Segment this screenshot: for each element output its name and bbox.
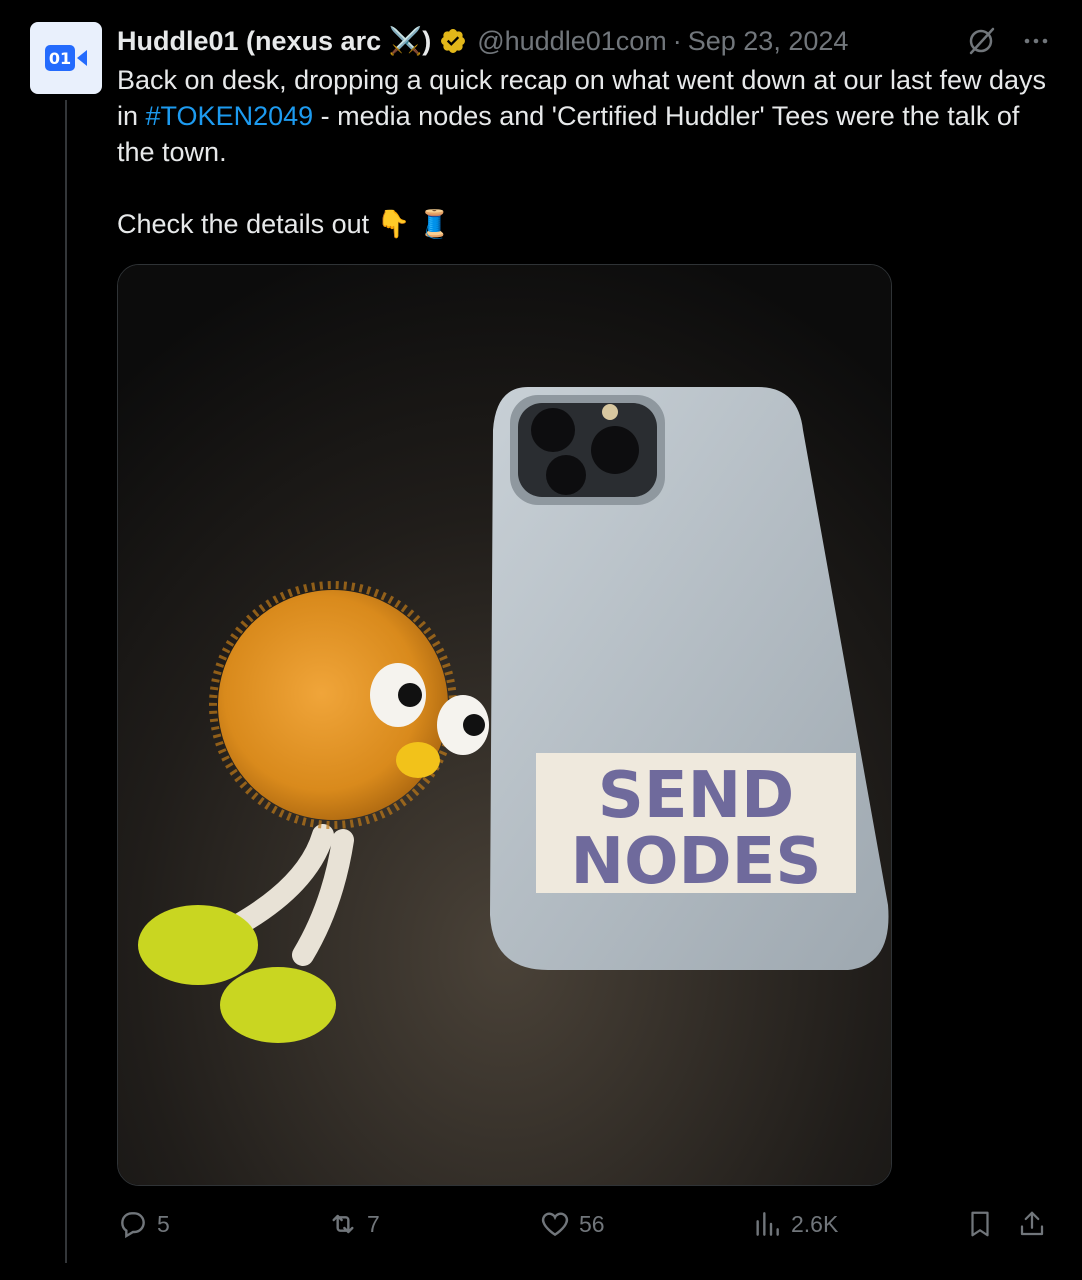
tweet-image[interactable]: SEND NODES [117, 264, 892, 1186]
avatar-logo: 01 [45, 45, 75, 71]
reply-icon [121, 1212, 145, 1239]
repost-count: 7 [367, 1210, 380, 1237]
verified-badge-icon[interactable] [439, 27, 467, 55]
post-date[interactable]: Sep 23, 2024 [688, 26, 849, 57]
hashtag-link[interactable]: #TOKEN2049 [146, 101, 314, 131]
like-icon [541, 1212, 569, 1237]
top-actions [966, 26, 1050, 56]
bookmark-button[interactable] [965, 1204, 1003, 1244]
views-button[interactable]: 2.6K [751, 1204, 838, 1244]
share-icon [1020, 1211, 1044, 1236]
tweet-paragraph-1: Back on desk, dropping a quick recap on … [117, 62, 1047, 170]
action-bar: 5 7 56 2.6K [117, 1204, 1052, 1244]
bookmark-icon [971, 1211, 989, 1237]
avatar[interactable]: 01 [30, 22, 102, 94]
more-icon[interactable] [1022, 27, 1050, 55]
separator-dot: · [672, 25, 682, 56]
views-count: 2.6K [791, 1210, 839, 1237]
sticker-text-line2: NODES [571, 825, 822, 899]
reply-button[interactable]: 5 [117, 1204, 170, 1244]
views-icon [756, 1212, 779, 1236]
thread-line [65, 100, 67, 1263]
grok-icon[interactable] [966, 26, 996, 56]
reply-count: 5 [157, 1210, 170, 1237]
tweet-header: Huddle01 (nexus arc ⚔️) @huddle01com · S… [117, 24, 848, 58]
repost-icon [332, 1214, 354, 1234]
like-button[interactable]: 56 [539, 1204, 605, 1244]
photo-fuzzy-toy-and-phone: SEND NODES [118, 265, 891, 1185]
share-button[interactable] [1017, 1204, 1055, 1244]
tweet-paragraph-2: Check the details out 👇 🧵 [117, 209, 452, 239]
like-count: 56 [579, 1210, 605, 1237]
repost-button[interactable]: 7 [327, 1204, 380, 1244]
tweet-text: Back on desk, dropping a quick recap on … [117, 62, 1047, 242]
handle[interactable]: @huddle01com [477, 26, 667, 57]
avatar-logo-camera [77, 50, 87, 66]
sticker-text-line1: SEND [598, 759, 795, 833]
display-name[interactable]: Huddle01 (nexus arc ⚔️) [117, 25, 431, 57]
